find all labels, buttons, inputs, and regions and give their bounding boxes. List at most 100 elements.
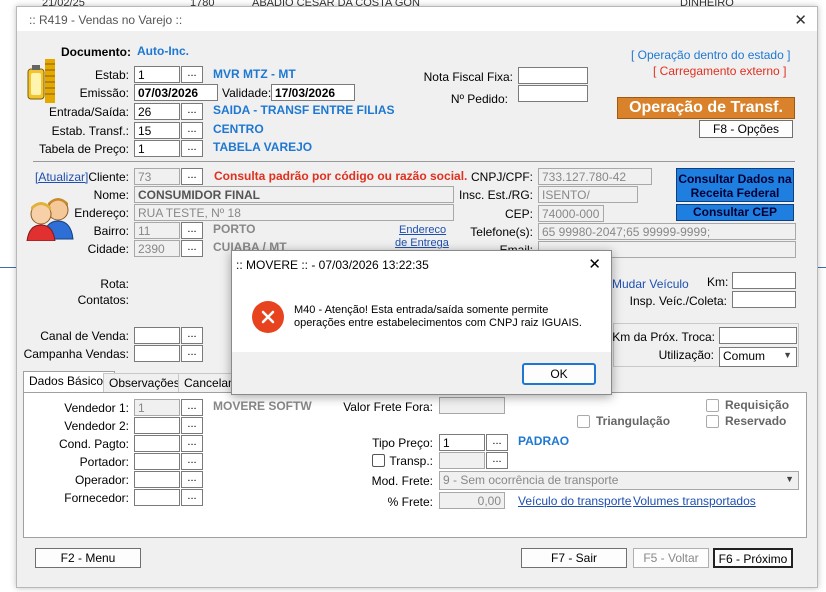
cep-input[interactable]: 74000-000	[538, 205, 604, 222]
entrada-saida-label: Entrada/Saída:	[48, 105, 129, 119]
requisicao-checkbox[interactable]	[706, 399, 719, 412]
bairro-lookup-button[interactable]: ...	[181, 222, 203, 239]
window-title: :: R419 - Vendas no Varejo ::	[29, 13, 183, 27]
cond-pagto-input[interactable]	[134, 435, 180, 452]
cliente-input[interactable]: 73	[134, 168, 180, 185]
campanha-lookup-button[interactable]: ...	[181, 345, 203, 362]
contatos-label: Contatos:	[77, 293, 129, 307]
operacao-transf-banner: Operação de Transf.	[617, 97, 795, 119]
mod-frete-select[interactable]: 9 - Sem ocorrência de transporte ▼	[439, 471, 799, 490]
tipo-preco-input[interactable]: 1	[439, 434, 485, 451]
transp-input[interactable]	[439, 452, 485, 469]
cep-label: CEP:	[504, 207, 533, 221]
emissao-input[interactable]: 07/03/2026	[134, 84, 218, 101]
tab-observacoes[interactable]: Observações	[103, 373, 186, 393]
cliente-label: Cliente:	[88, 170, 129, 184]
nome-input[interactable]: CONSUMIDOR FINAL	[134, 186, 454, 203]
mudar-veiculo-link[interactable]: Mudar Veículo	[612, 277, 689, 291]
cond-pagto-lookup-button[interactable]: ...	[181, 435, 203, 452]
triangulacao-checkbox[interactable]	[577, 415, 590, 428]
triangulacao-label: Triangulação	[596, 414, 671, 428]
nota-fiscal-label: Nota Fiscal Fixa:	[423, 70, 513, 84]
endereco-entrega-link-line2[interactable]: de Entrega	[395, 237, 449, 249]
bairro-input[interactable]: 11	[134, 222, 180, 239]
cidade-lookup-button[interactable]: ...	[181, 240, 203, 257]
reservado-label: Reservado	[725, 414, 787, 428]
endereco-input[interactable]: RUA TESTE, Nº 18	[134, 204, 454, 221]
endereco-label: Endereço:	[74, 206, 129, 220]
telefone-input[interactable]: 65 99980-2047;65 99999-9999;	[538, 223, 796, 240]
nota-fiscal-input[interactable]	[518, 67, 588, 84]
window-titlebar: :: R419 - Vendas no Varejo :: ✕	[17, 7, 817, 31]
pedido-input[interactable]	[518, 85, 588, 102]
valor-frete-input[interactable]	[439, 397, 505, 414]
consultar-receita-button[interactable]: Consultar Dados na Receita Federal	[676, 168, 794, 202]
operador-label: Operador:	[74, 473, 129, 487]
proximo-button[interactable]: F6 - Próximo	[713, 548, 793, 568]
portador-input[interactable]	[134, 453, 180, 470]
cond-pagto-label: Cond. Pagto:	[58, 437, 129, 451]
estab-transf-input[interactable]: 15	[134, 122, 180, 139]
tab-dados-basicos[interactable]: Dados Básicos	[23, 371, 116, 393]
cidade-input[interactable]: 2390	[134, 240, 180, 257]
voltar-button[interactable]: F5 - Voltar	[633, 548, 709, 568]
endereco-entrega-link-line1[interactable]: Endereco	[399, 224, 446, 236]
km-input[interactable]	[732, 272, 796, 289]
alert-dialog: :: MOVERE :: - 07/03/2026 13:22:35 ✕ M40…	[231, 250, 612, 395]
insc-input[interactable]: ISENTO/	[538, 186, 638, 203]
campanha-label: Campanha Vendas:	[23, 347, 129, 361]
portador-lookup-button[interactable]: ...	[181, 453, 203, 470]
utilizacao-select[interactable]: Comum ▼	[719, 347, 797, 367]
campanha-input[interactable]	[134, 345, 180, 362]
fornecedor-label: Fornecedor:	[64, 491, 129, 505]
km-proxima-troca-input[interactable]	[719, 327, 797, 344]
vendedor2-label: Vendedor 2:	[64, 419, 129, 433]
rota-label: Rota:	[100, 277, 129, 291]
entrada-saida-lookup-button[interactable]: ...	[181, 103, 203, 120]
fornecedor-lookup-button[interactable]: ...	[181, 489, 203, 506]
mod-frete-label: Mod. Frete:	[371, 474, 433, 488]
tabela-preco-label: Tabela de Preço:	[38, 142, 129, 156]
menu-button[interactable]: F2 - Menu	[35, 548, 141, 568]
tab-cancelamento[interactable]: Cancelamento	[178, 373, 238, 393]
opcoes-button[interactable]: F8 - Opções	[699, 120, 793, 138]
pct-frete-input[interactable]: 0,00	[439, 492, 505, 509]
vendedor1-lookup-button[interactable]: ...	[181, 399, 203, 416]
entrada-saida-input[interactable]: 26	[134, 103, 180, 120]
sair-button[interactable]: F7 - Sair	[521, 548, 627, 568]
chevron-down-icon: ▼	[785, 474, 794, 484]
fornecedor-input[interactable]	[134, 489, 180, 506]
cnpj-input[interactable]: 733.127.780-42	[538, 168, 652, 185]
cliente-lookup-button[interactable]: ...	[181, 168, 203, 185]
ok-button[interactable]: OK	[522, 363, 596, 385]
tabela-preco-input[interactable]: 1	[134, 140, 180, 157]
estab-label: Estab:	[94, 68, 129, 82]
operador-input[interactable]	[134, 471, 180, 488]
tabela-preco-lookup-button[interactable]: ...	[181, 140, 203, 157]
validade-input[interactable]: 17/03/2026	[271, 84, 355, 101]
valor-frete-label: Valor Frete Fora:	[343, 400, 433, 414]
dialog-close-icon[interactable]: ✕	[588, 255, 601, 273]
cidade-label: Cidade:	[87, 242, 129, 256]
canal-venda-input[interactable]	[134, 327, 180, 344]
carregamento-status: [ Carregamento externo ]	[653, 64, 787, 78]
canal-venda-lookup-button[interactable]: ...	[181, 327, 203, 344]
tipo-preco-lookup-button[interactable]: ...	[486, 434, 508, 451]
vendedor2-lookup-button[interactable]: ...	[181, 417, 203, 434]
vendedor2-input[interactable]	[134, 417, 180, 434]
estab-lookup-button[interactable]: ...	[181, 66, 203, 83]
estab-transf-lookup-button[interactable]: ...	[181, 122, 203, 139]
estab-input[interactable]: 1	[134, 66, 180, 83]
operador-lookup-button[interactable]: ...	[181, 471, 203, 488]
window-close-icon[interactable]: ✕	[794, 11, 807, 29]
vendedor1-input[interactable]: 1	[134, 399, 180, 416]
dialog-footer: OK	[232, 352, 611, 394]
veiculo-transporte-link[interactable]: Veículo do transporte	[518, 494, 631, 508]
utilizacao-label: Utilização:	[658, 348, 714, 362]
insp-veiculo-input[interactable]	[732, 291, 796, 308]
atualizar-link[interactable]: [Atualizar]	[35, 170, 88, 184]
reservado-checkbox[interactable]	[706, 415, 719, 428]
volumes-transportados-link[interactable]: Volumes transportados	[633, 494, 756, 508]
consultar-cep-button[interactable]: Consultar CEP	[676, 204, 794, 221]
transp-lookup-button[interactable]: ...	[486, 452, 508, 469]
